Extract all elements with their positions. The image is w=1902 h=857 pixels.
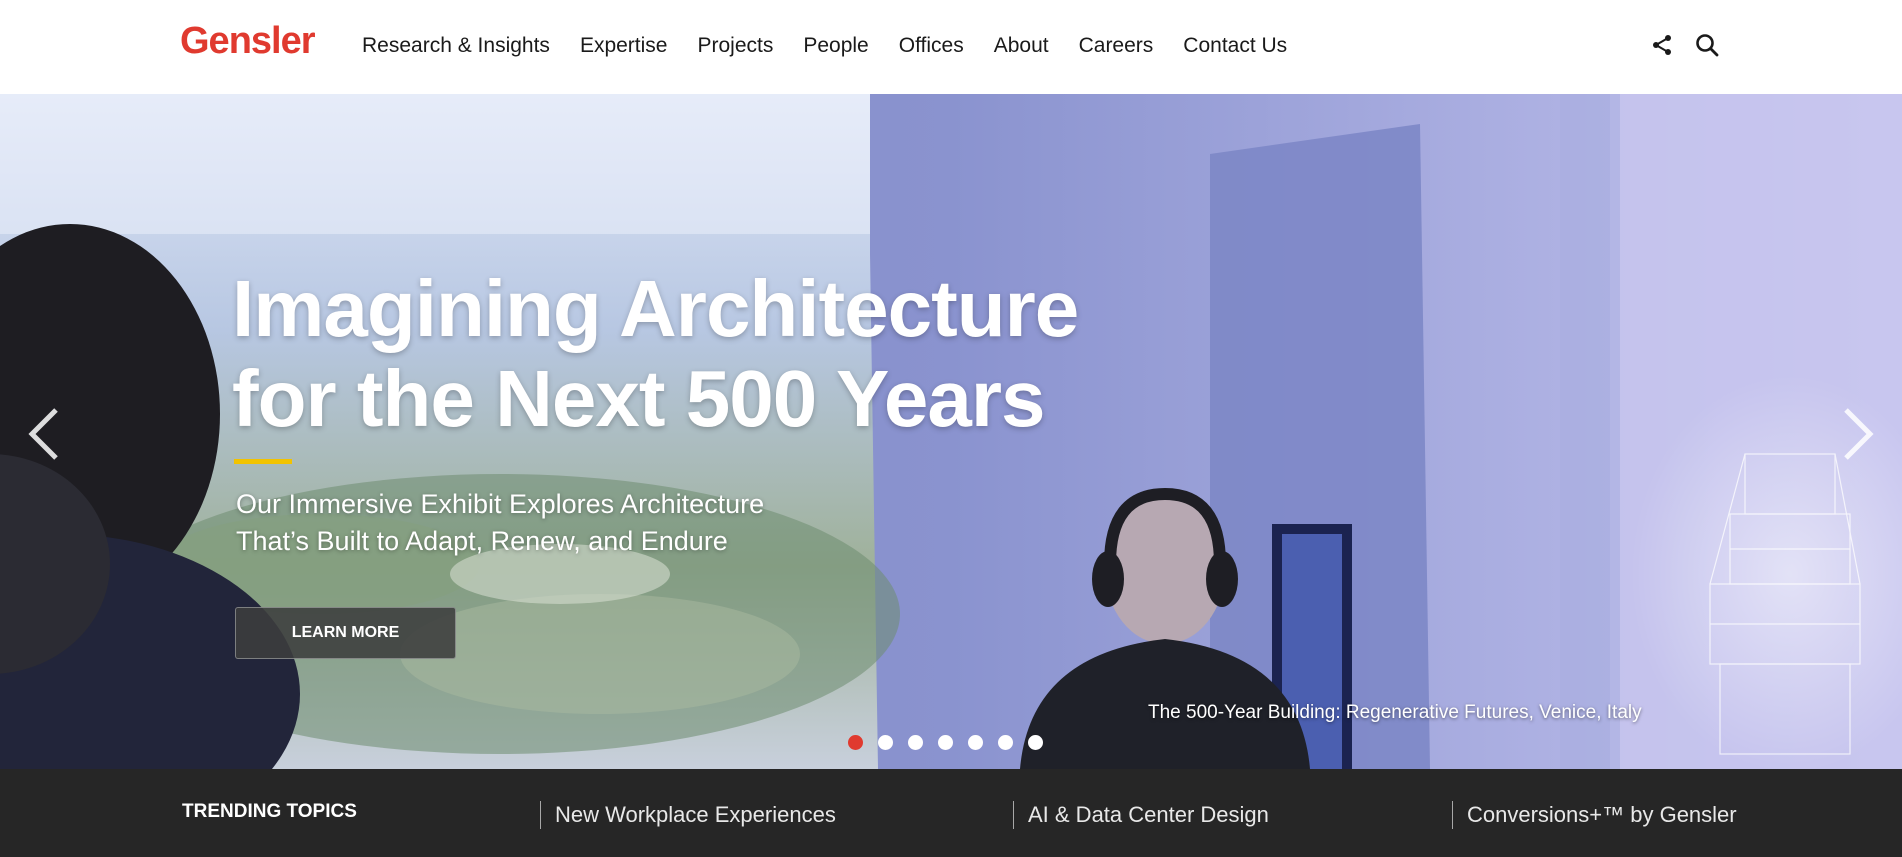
trending-item-conversions[interactable]: Conversions+™ by Gensler xyxy=(1452,801,1737,829)
hero-subtitle-line2: That’s Built to Adapt, Renew, and Endure xyxy=(236,526,728,556)
main-nav: Research & Insights Expertise Projects P… xyxy=(362,30,1317,62)
next-slide-arrow[interactable] xyxy=(1834,399,1884,469)
trending-label: TRENDING TOPICS xyxy=(182,801,357,822)
search-icon[interactable] xyxy=(1694,32,1720,58)
divider xyxy=(1013,801,1014,829)
hero-title-line1: Imagining Architecture xyxy=(232,264,1079,353)
carousel-dots xyxy=(848,735,1043,750)
trending-item-label[interactable]: AI & Data Center Design xyxy=(1028,802,1269,828)
share-icon[interactable] xyxy=(1649,32,1675,58)
trending-item-label[interactable]: Conversions+™ by Gensler xyxy=(1467,802,1737,828)
carousel-dot-5[interactable] xyxy=(968,735,983,750)
trending-item-ai-data-center[interactable]: AI & Data Center Design xyxy=(1013,801,1269,829)
trending-topics-bar: TRENDING TOPICS New Workplace Experience… xyxy=(0,769,1902,857)
caption-place: Venice, Italy xyxy=(1539,702,1642,723)
gensler-logo[interactable]: Gensler xyxy=(180,17,316,65)
accent-bar xyxy=(234,459,292,464)
nav-careers[interactable]: Careers xyxy=(1079,34,1154,58)
carousel-dot-1[interactable] xyxy=(848,735,863,750)
nav-people[interactable]: People xyxy=(803,34,868,58)
carousel-dot-4[interactable] xyxy=(938,735,953,750)
divider xyxy=(540,801,541,829)
nav-expertise[interactable]: Expertise xyxy=(580,34,668,58)
carousel-dot-2[interactable] xyxy=(878,735,893,750)
divider xyxy=(1452,801,1453,829)
hero-carousel: Imagining Architecture for the Next 500 … xyxy=(0,94,1902,769)
chevron-left-icon xyxy=(28,408,58,460)
prev-slide-arrow[interactable] xyxy=(18,399,68,469)
hero-subtitle-line1: Our Immersive Exhibit Explores Architect… xyxy=(236,489,765,519)
slide-caption: The 500-Year Building: Regenerative Futu… xyxy=(1148,702,1642,724)
nav-projects[interactable]: Projects xyxy=(697,34,773,58)
caption-title: The 500-Year Building: Regenerative Futu… xyxy=(1148,702,1534,723)
nav-contact-us[interactable]: Contact Us xyxy=(1183,34,1287,58)
hero-title: Imagining Architecture for the Next 500 … xyxy=(232,264,1079,444)
chevron-right-icon xyxy=(1844,408,1874,460)
learn-more-button[interactable]: LEARN MORE xyxy=(235,607,456,659)
hero-title-line2: for the Next 500 Years xyxy=(232,354,1046,443)
hero-subtitle: Our Immersive Exhibit Explores Architect… xyxy=(236,486,764,560)
carousel-dot-7[interactable] xyxy=(1028,735,1043,750)
trending-item-workplace[interactable]: New Workplace Experiences xyxy=(540,801,836,829)
trending-item-label[interactable]: New Workplace Experiences xyxy=(555,802,836,828)
carousel-dot-3[interactable] xyxy=(908,735,923,750)
carousel-dot-6[interactable] xyxy=(998,735,1013,750)
site-header: Gensler Research & Insights Expertise Pr… xyxy=(0,0,1902,94)
nav-research-insights[interactable]: Research & Insights xyxy=(362,34,550,58)
nav-about[interactable]: About xyxy=(994,34,1049,58)
nav-offices[interactable]: Offices xyxy=(899,34,964,58)
